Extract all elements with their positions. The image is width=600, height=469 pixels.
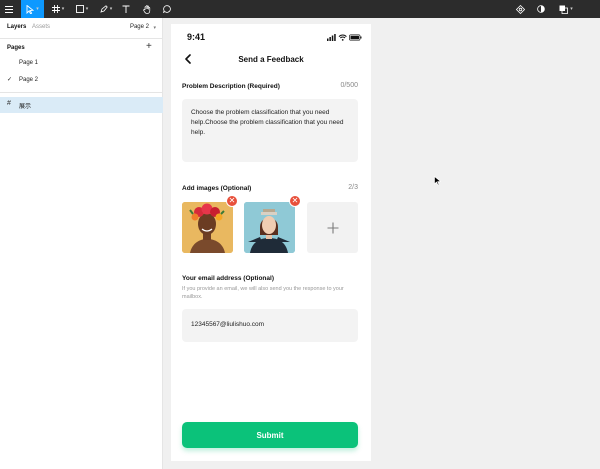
page-item-2[interactable]: Page 2 xyxy=(19,77,38,83)
description-label: Problem Description (Required) xyxy=(182,83,280,90)
page-title: Send a Feedback xyxy=(238,55,304,64)
tab-assets[interactable]: Assets xyxy=(32,24,50,30)
pen-tool-button[interactable]: ▾ xyxy=(96,0,116,18)
cursor-arrow-icon xyxy=(26,4,35,14)
uploaded-image-2[interactable] xyxy=(244,202,295,253)
hand-tool-icon[interactable] xyxy=(140,0,153,18)
status-time: 9:41 xyxy=(187,32,206,42)
mouse-cursor-icon xyxy=(434,176,442,186)
shape-tool-button[interactable]: ▾ xyxy=(72,0,92,18)
toolbar: ▾ ▾ ▾ ▾ ▾ xyxy=(0,0,600,18)
divider xyxy=(0,92,163,93)
comment-icon[interactable] xyxy=(160,0,173,18)
component-icon[interactable] xyxy=(514,0,527,18)
description-text: Choose the problem classification that y… xyxy=(191,109,344,136)
plus-icon xyxy=(327,222,338,233)
description-char-count: 0/500 xyxy=(340,82,358,89)
rectangle-icon xyxy=(75,5,84,13)
check-icon: ✓ xyxy=(7,77,13,83)
pages-heading: Pages xyxy=(7,45,25,51)
layer-name: 展示 xyxy=(19,104,32,110)
uploaded-image-1[interactable] xyxy=(182,202,233,253)
frame-hash-icon xyxy=(51,5,60,13)
images-label: Add images (Optional) xyxy=(182,185,252,192)
main-menu-icon[interactable] xyxy=(0,0,18,18)
remove-image-2-button[interactable]: ✕ xyxy=(289,195,301,207)
share-pages-icon[interactable]: ▾ xyxy=(555,0,577,18)
images-count: 2/3 xyxy=(348,184,358,191)
submit-button[interactable]: Submit xyxy=(182,422,358,448)
layer-row-selected[interactable]: # 展示 xyxy=(0,97,163,113)
chevron-down-icon[interactable]: ▾ xyxy=(153,25,156,31)
email-label: Your email address (Optional) xyxy=(182,275,274,282)
status-bar-icons xyxy=(327,34,362,41)
add-image-button[interactable] xyxy=(307,202,358,253)
frame-tool-button[interactable]: ▾ xyxy=(48,0,68,18)
pen-icon xyxy=(100,5,108,13)
layers-sidebar: Layers Assets Page 2 ▾ Pages + Page 1 ✓ … xyxy=(0,18,163,469)
tab-layers[interactable]: Layers xyxy=(7,24,26,30)
move-tool-button[interactable]: ▾ xyxy=(21,0,44,18)
contrast-icon[interactable] xyxy=(534,0,547,18)
add-page-icon[interactable]: + xyxy=(146,42,152,52)
text-tool-icon[interactable] xyxy=(119,0,132,18)
email-field[interactable]: 12345567@liulishuo.com xyxy=(182,309,358,342)
page-selector[interactable]: Page 2 xyxy=(130,24,149,30)
sidebar-tabs: Layers Assets Page 2 ▾ xyxy=(0,18,163,39)
email-value: 12345567@liulishuo.com xyxy=(191,321,265,328)
page-item-1[interactable]: Page 1 xyxy=(19,60,38,66)
email-hint: If you provide an email, we will also se… xyxy=(182,286,344,300)
remove-image-1-button[interactable]: ✕ xyxy=(226,195,238,207)
frame-icon: # xyxy=(7,100,11,107)
description-textarea[interactable]: Choose the problem classification that y… xyxy=(182,99,358,162)
phone-frame: 9:41 Send a Feedback Problem Description… xyxy=(171,24,371,461)
